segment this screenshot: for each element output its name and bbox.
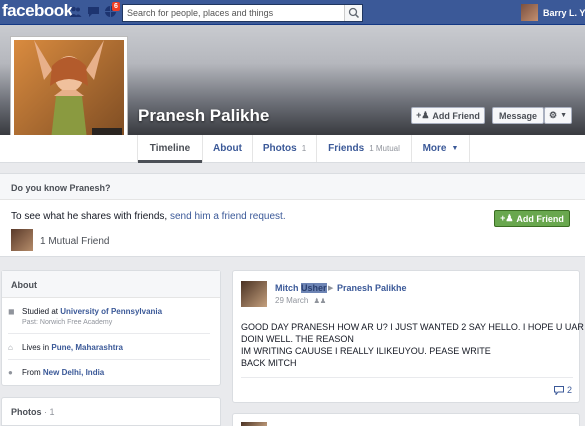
about-divider	[8, 333, 210, 334]
from-place-link[interactable]: New Delhi, India	[43, 368, 104, 377]
post-target-link[interactable]: Pranesh Palikhe	[337, 283, 407, 293]
tab-friends-label: Friends	[328, 143, 365, 154]
settings-menu-button[interactable]: ⚙ ▼	[544, 107, 572, 124]
tab-photos[interactable]: Photos 1	[253, 135, 317, 162]
gear-icon: ⚙	[548, 110, 558, 120]
timeline-post: Mitch Usher ▶ Pranesh Palikhe 29 March ♟…	[232, 270, 584, 403]
comment-icon	[553, 385, 564, 395]
prompt-text: To see what he shares with friends, send…	[11, 211, 286, 222]
caret-down-icon: ▼	[451, 145, 459, 152]
message-button[interactable]: Message	[492, 107, 544, 124]
graduation-cap-icon: ◼	[8, 307, 15, 316]
next-post	[232, 413, 580, 426]
chevron-down-icon: ▼	[560, 112, 567, 119]
photos-count: · 1	[44, 407, 55, 417]
tab-timeline[interactable]: Timeline	[137, 135, 203, 163]
post-date[interactable]: 29 March ♟♟	[275, 296, 326, 305]
photos-card: Photos · 1	[1, 397, 221, 426]
comment-count: 2	[566, 385, 572, 395]
post-author-avatar[interactable]	[241, 281, 267, 307]
tab-photos-label: Photos	[262, 143, 297, 154]
profile-name: Pranesh Palikhe	[138, 106, 270, 125]
tab-more-label: More	[422, 143, 447, 154]
post-author-first: Mitch	[275, 283, 299, 293]
tab-more[interactable]: More ▼	[412, 135, 470, 162]
lives-prefix: Lives in	[22, 343, 50, 352]
tab-photos-count: 1	[301, 144, 307, 153]
post-line: GOOD DAY PRANESH HOW AR U? I JUST WANTED…	[241, 322, 584, 332]
mutual-friend-avatar[interactable]	[11, 229, 33, 251]
tab-friends-count: 1 Mutual	[369, 144, 400, 153]
studied-school-link[interactable]: University of Pennsylvania	[60, 307, 162, 316]
photos-title[interactable]: Photos · 1	[11, 407, 55, 417]
post-line: DOIN WELL. THE REASON	[241, 334, 354, 344]
arrow-right-icon: ▶	[328, 285, 334, 292]
send-friend-request-link[interactable]: send him a friend request.	[170, 211, 286, 222]
tab-about[interactable]: About	[203, 135, 253, 162]
add-friend-label: Add Friend	[432, 110, 480, 121]
audience-friends-icon: ♟♟	[313, 298, 327, 305]
prompt-text-body: To see what he shares with friends,	[11, 211, 168, 222]
about-title[interactable]: About	[11, 280, 37, 290]
post-date-text: 29 March	[275, 296, 309, 305]
add-friend-green-button[interactable]: +♟ Add Friend	[494, 210, 570, 227]
facebook-logo[interactable]: facebook	[2, 1, 73, 21]
post-body: GOOD DAY PRANESH HOW AR U? I JUST WANTED…	[241, 321, 584, 369]
add-friend-button[interactable]: +♟ Add Friend	[411, 107, 485, 124]
post-line: BACK MITCH	[241, 358, 297, 368]
user-name[interactable]: Barry L. Yo	[543, 8, 585, 18]
prompt-title: Do you know Pranesh?	[11, 183, 111, 193]
user-avatar[interactable]	[521, 4, 538, 21]
about-from: ● From New Delhi, India	[8, 368, 104, 377]
search-box[interactable]	[122, 4, 363, 22]
search-icon	[348, 7, 360, 19]
photos-title-label: Photos	[11, 407, 42, 417]
add-friend-green-label: Add Friend	[516, 213, 564, 224]
about-header: About	[2, 271, 220, 298]
post-footer-divider	[241, 377, 573, 378]
message-label: Message	[498, 110, 538, 121]
location-pin-icon: ●	[8, 368, 13, 377]
mutual-friend-count[interactable]: 1 Mutual Friend	[40, 236, 109, 247]
next-post-avatar[interactable]	[241, 422, 267, 426]
lives-place-link[interactable]: Pune, Maharashtra	[51, 343, 123, 352]
messages-icon[interactable]	[87, 5, 100, 18]
tab-about-label: About	[213, 143, 242, 154]
post-author-last: Usher	[301, 283, 327, 293]
comment-count-button[interactable]: 2	[553, 385, 572, 395]
post-line: IM WRITING CAUUSE I REALLY ILIKEUYOU. PE…	[241, 346, 491, 356]
about-education: ◼ Studied at University of Pennsylvania	[8, 307, 162, 316]
notification-badge: 6	[112, 2, 120, 11]
add-friend-icon: +♟	[416, 110, 430, 120]
about-divider	[8, 359, 210, 360]
tab-timeline-label: Timeline	[149, 143, 191, 154]
past-school: Past: Norwich Free Academy	[22, 319, 113, 326]
prompt-header: Do you know Pranesh?	[0, 174, 585, 200]
from-prefix: From	[22, 368, 41, 377]
profile-photo-image	[14, 40, 124, 148]
friend-request-prompt: Do you know Pranesh? To see what he shar…	[0, 173, 585, 257]
home-icon: ⌂	[8, 343, 13, 352]
profile-nav: Timeline About Photos 1 Friends 1 Mutual…	[0, 135, 585, 163]
studied-prefix: Studied at	[22, 307, 59, 316]
top-bar: facebook 6 Barry L. Yo	[0, 0, 585, 25]
search-input[interactable]	[123, 5, 343, 21]
friend-requests-icon[interactable]	[69, 5, 82, 18]
add-friend-icon: +♟	[500, 213, 514, 223]
search-button[interactable]	[344, 5, 362, 21]
post-author-link[interactable]: Mitch Usher	[275, 283, 327, 293]
about-lives-in: ⌂ Lives in Pune, Maharashtra	[8, 343, 123, 352]
tab-friends[interactable]: Friends 1 Mutual	[317, 135, 412, 162]
